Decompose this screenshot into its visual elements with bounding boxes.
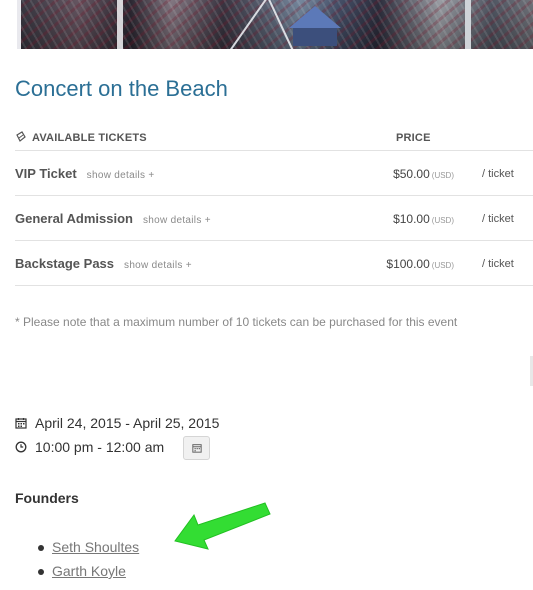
green-arrow-annotation bbox=[174, 502, 271, 550]
clock-icon bbox=[15, 441, 27, 453]
ticket-name: VIP Ticket show details + bbox=[15, 166, 155, 181]
currency-label: (USD) bbox=[431, 171, 454, 180]
founders-heading: Founders bbox=[15, 490, 79, 506]
event-title: Concert on the Beach bbox=[15, 76, 228, 101]
founder-link[interactable]: Garth Koyle bbox=[52, 563, 126, 579]
ticket-price: $100.00 (USD) bbox=[386, 257, 454, 271]
currency-label: (USD) bbox=[431, 216, 454, 225]
ticket-row: General Admission show details + $10.00 (U… bbox=[15, 196, 533, 241]
event-time-text: 10:00 pm - 12:00 am bbox=[35, 439, 165, 455]
show-details-link[interactable]: show details + bbox=[87, 170, 155, 181]
ticket-name: Backstage Pass show details + bbox=[15, 256, 192, 271]
tickets-table: AVAILABLE TICKETS PRICE VIP Ticket show d… bbox=[15, 128, 533, 286]
ticket-price: $50.00 (USD) bbox=[393, 167, 454, 181]
per-ticket-label: / ticket bbox=[482, 213, 514, 225]
founder-link[interactable]: Seth Shoultes bbox=[52, 539, 139, 555]
calendar-icon bbox=[192, 444, 202, 453]
event-header-image bbox=[17, 0, 533, 49]
ticket-limit-note: * Please note that a maximum number of 1… bbox=[15, 315, 458, 329]
ticket-price: $10.00 (USD) bbox=[393, 212, 454, 226]
show-details-link[interactable]: show details + bbox=[143, 215, 211, 226]
currency-label: (USD) bbox=[431, 261, 454, 270]
price-header: PRICE bbox=[396, 132, 431, 144]
add-to-calendar-button[interactable] bbox=[183, 436, 210, 460]
bullet bbox=[38, 569, 44, 575]
event-date-text: April 24, 2015 - April 25, 2015 bbox=[35, 415, 220, 431]
ticket-icon bbox=[16, 131, 26, 142]
ticket-row: VIP Ticket show details + $50.00 (USD) / t… bbox=[15, 151, 533, 196]
ticket-row: Backstage Pass show details + $100.00 (USD… bbox=[15, 241, 533, 286]
per-ticket-label: / ticket bbox=[482, 168, 514, 180]
ticket-name: General Admission show details + bbox=[15, 211, 211, 226]
event-date: April 24, 2015 - April 25, 2015 bbox=[15, 415, 219, 431]
bullet bbox=[38, 545, 44, 551]
show-details-link[interactable]: show details + bbox=[124, 260, 192, 271]
event-time: 10:00 pm - 12:00 am bbox=[15, 439, 164, 455]
calendar-icon bbox=[15, 418, 27, 429]
tickets-table-header: AVAILABLE TICKETS PRICE bbox=[15, 128, 533, 151]
event-page: Concert on the Beach AVAILABLE TICKETS P… bbox=[0, 0, 533, 590]
available-tickets-header: AVAILABLE TICKETS bbox=[32, 132, 147, 144]
per-ticket-label: / ticket bbox=[482, 258, 514, 270]
